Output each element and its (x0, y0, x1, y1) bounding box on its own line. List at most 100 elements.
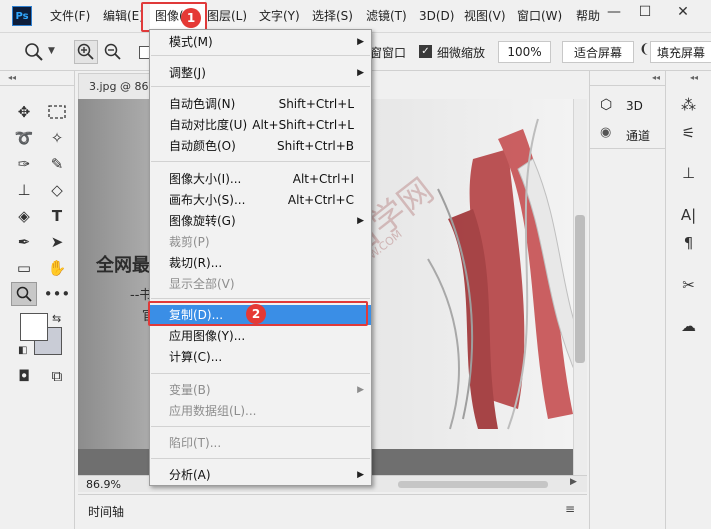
minimize-icon[interactable]: — (601, 2, 627, 22)
adjustments-icon[interactable]: ⚟ (666, 121, 711, 145)
chevron-down-icon[interactable]: ▼ (48, 46, 55, 56)
panel-icon-strip: ◂◂ ⁂ ⚟ ⊥ A| ¶ ✂ ☁ (666, 71, 711, 529)
image-text-1: 全网最 (96, 255, 150, 276)
step-badge-1: 1 (181, 8, 201, 28)
default-colors-icon[interactable]: ◧ (18, 345, 27, 356)
tools-panel: ◂◂ ✥ ➰ ✧ ✑ ✎ ⊥ ◇ ◈ T ✒ ➤ ▭ ✋ ••• ⇆ ◧ ◘ ⧉ (0, 71, 75, 529)
close-icon[interactable]: ✕ (670, 2, 696, 22)
menu-item-apply-image[interactable]: 应用图像(Y)... (150, 326, 371, 346)
image-menu-dropdown: 模式(M) ▶ 调整(J) ▶ 自动色调(N) Shift+Ctrl+L 自动对比度(… (149, 29, 372, 486)
menu-item-auto-contrast[interactable]: 自动对比度(U) Alt+Shift+Ctrl+L (150, 115, 371, 135)
zoom-out-icon[interactable] (104, 43, 124, 63)
menu-item-trim[interactable]: 裁切(R)... (150, 253, 371, 273)
submenu-arrow-icon: ▶ (357, 385, 364, 395)
rectangle-tool-icon[interactable]: ▭ (11, 256, 37, 280)
partial-icon: ❨ (639, 42, 650, 57)
zoom-status[interactable]: 86.9% (86, 478, 121, 491)
divider (590, 85, 666, 86)
zoom-in-icon[interactable] (74, 40, 98, 64)
horizontal-scrollbar[interactable] (398, 481, 548, 488)
panel-dock: ◂◂ ⬡ 3D ◉ 通道 (589, 71, 666, 529)
brush-settings-icon[interactable]: ⁂ (666, 93, 711, 117)
brush-tool-icon[interactable]: ✎ (44, 152, 70, 176)
collapse-icon[interactable]: ◂◂ (652, 73, 660, 82)
paragraph-icon[interactable]: ¶ (666, 231, 711, 255)
timeline-tab[interactable]: 时间轴 (88, 503, 124, 520)
path-select-icon[interactable]: ➤ (44, 230, 70, 254)
fill-screen-button[interactable]: 填充屏幕 (650, 41, 711, 63)
eyedropper-tool-icon[interactable]: ✑ (11, 152, 37, 176)
menu-item-calculations[interactable]: 计算(C)... (150, 347, 371, 367)
maximize-icon[interactable]: ☐ (632, 2, 658, 22)
submenu-arrow-icon: ▶ (357, 68, 364, 78)
quick-mask-icon[interactable]: ◘ (11, 364, 37, 388)
collapse-icon[interactable]: ◂◂ (8, 73, 16, 82)
foreground-color-swatch[interactable] (20, 313, 48, 341)
menu-filter[interactable]: 滤镜(T) (366, 0, 407, 33)
submenu-arrow-icon: ▶ (357, 216, 364, 226)
panel-channels-tab[interactable]: 通道 (626, 127, 650, 144)
menu-window[interactable]: 窗口(W) (517, 0, 562, 33)
menu-item-adjustments[interactable]: 调整(J) ▶ (150, 63, 371, 83)
zoom-tool-active-icon[interactable] (11, 282, 37, 306)
zoom-value-field[interactable]: 100% (498, 41, 551, 63)
clone-source-icon[interactable]: ⊥ (666, 161, 711, 185)
menu-item-mode[interactable]: 模式(M) ▶ (150, 32, 371, 52)
divider (151, 426, 370, 427)
stamp-tool-icon[interactable]: ⊥ (11, 178, 37, 202)
zoom-tool-icon[interactable] (24, 42, 44, 62)
menu-item-image-size[interactable]: 图像大小(I)... Alt+Ctrl+I (150, 169, 371, 189)
panel-menu-icon[interactable]: ≡ (565, 502, 575, 516)
submenu-arrow-icon: ▶ (357, 470, 364, 480)
menu-item-auto-color[interactable]: 自动颜色(O) Shift+Ctrl+B (150, 136, 371, 156)
magic-wand-icon[interactable]: ✧ (44, 126, 70, 150)
divider (590, 148, 666, 149)
divider (151, 458, 370, 459)
menu-item-analysis[interactable]: 分析(A) ▶ (150, 465, 371, 485)
lasso-tool-icon[interactable]: ➰ (11, 126, 37, 150)
menu-file[interactable]: 文件(F) (50, 0, 90, 33)
eraser-tool-icon[interactable]: ◇ (44, 178, 70, 202)
menu-item-variables: 变量(B) ▶ (150, 380, 371, 400)
swap-colors-icon[interactable]: ⇆ (52, 312, 61, 325)
photoshop-logo: Ps (12, 6, 32, 26)
menu-view[interactable]: 视图(V) (464, 0, 506, 33)
menu-help[interactable]: 帮助 (576, 0, 600, 33)
hand-tool-icon[interactable]: ✋ (44, 256, 70, 280)
scrubby-zoom-checkbox[interactable]: ✓ (419, 45, 432, 58)
divider (151, 86, 370, 87)
submenu-arrow-icon: ▶ (357, 37, 364, 47)
screen-mode-icon[interactable]: ⧉ (44, 364, 70, 388)
more-tools-icon[interactable]: ••• (44, 282, 71, 306)
scrubby-zoom-label: 细微缩放 (437, 46, 486, 60)
menu-item-auto-tone[interactable]: 自动色调(N) Shift+Ctrl+L (150, 94, 371, 114)
character-icon[interactable]: A| (666, 203, 711, 227)
menu-item-reveal-all: 显示全部(V) (169, 277, 235, 291)
menu-item-canvas-size[interactable]: 画布大小(S)... Alt+Ctrl+C (150, 190, 371, 210)
scrollbar-thumb[interactable] (575, 215, 585, 363)
divider (151, 161, 370, 162)
tools-preset-icon[interactable]: ✂ (666, 273, 711, 297)
menu-item-crop: 裁剪(P) (169, 235, 210, 249)
scroll-right-icon[interactable]: ▶ (570, 477, 577, 487)
fit-screen-button[interactable]: 适合屏幕 (562, 41, 634, 63)
move-tool-icon[interactable]: ✥ (11, 100, 37, 124)
bucket-tool-icon[interactable]: ◈ (11, 204, 37, 228)
channels-icon: ◉ (600, 125, 612, 140)
divider (151, 373, 370, 374)
collapse-icon[interactable]: ◂◂ (690, 73, 698, 82)
type-tool-icon[interactable]: T (44, 204, 70, 228)
step-badge-2: 2 (246, 304, 266, 324)
menu-item-image-rotation[interactable]: 图像旋转(G) ▶ (150, 211, 371, 231)
divider (151, 55, 370, 56)
menu-3d[interactable]: 3D(D) (419, 0, 454, 33)
zoom-all-windows-label: 窗窗口 (370, 46, 407, 60)
libraries-icon[interactable]: ☁ (666, 314, 711, 338)
divider (151, 298, 370, 299)
menu-edit[interactable]: 编辑(E) (103, 0, 144, 33)
pen-tool-icon[interactable]: ✒ (11, 230, 37, 254)
marquee-tool-icon[interactable] (44, 100, 70, 124)
panel-3d-tab[interactable]: 3D (626, 99, 643, 113)
cube-icon: ⬡ (600, 97, 613, 113)
menu-item-apply-data-set: 应用数据组(L)... (169, 404, 257, 418)
